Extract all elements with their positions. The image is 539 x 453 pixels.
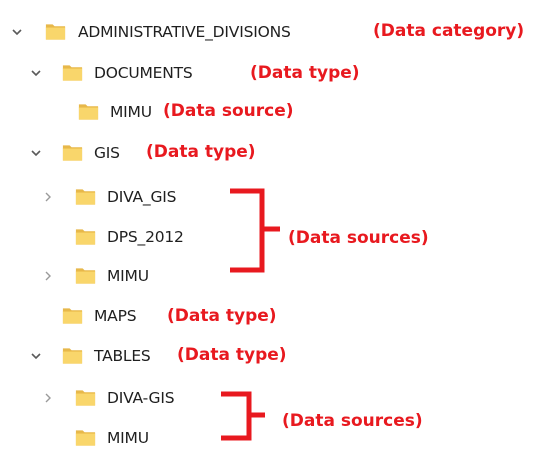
bracket-gis-sources — [230, 188, 280, 273]
chevron-down-icon[interactable] — [25, 138, 47, 168]
annotation-data-category: (Data category) — [373, 21, 525, 41]
tree-item-gis-diva-gis[interactable]: DIVA_GIS — [0, 182, 200, 212]
tree-item-label: GIS — [94, 144, 120, 162]
folder-icon — [61, 140, 84, 165]
tree-item-gis-mimu[interactable]: MIMU — [0, 261, 200, 291]
folder-icon — [74, 184, 97, 209]
chevron-right-icon[interactable] — [37, 182, 59, 212]
tree-item-gis-dps-2012[interactable]: DPS_2012 — [0, 222, 200, 252]
bracket-tables-sources — [221, 391, 265, 441]
annotation-data-sources-gis: (Data sources) — [288, 228, 429, 248]
chevron-down-icon[interactable] — [25, 341, 47, 371]
folder-icon — [44, 19, 67, 44]
tree-item-label: MIMU — [107, 267, 149, 285]
tree-item-documents[interactable]: DOCUMENTS — [0, 58, 240, 88]
tree-item-label: DIVA_GIS — [107, 188, 177, 206]
tree-item-label: MIMU — [110, 103, 152, 121]
tree-item-tables-mimu[interactable]: MIMU — [0, 423, 200, 453]
folder-icon — [74, 425, 97, 450]
chevron-right-icon[interactable] — [37, 261, 59, 291]
tree-item-maps[interactable]: MAPS — [0, 301, 160, 331]
annotation-data-type: (Data type) — [146, 142, 256, 162]
annotation-data-type: (Data type) — [250, 63, 360, 83]
tree-item-tables-diva-gis[interactable]: DIVA-GIS — [0, 383, 200, 413]
folder-icon — [61, 343, 84, 368]
folder-icon — [74, 385, 97, 410]
tree-item-documents-mimu[interactable]: MIMU — [0, 97, 152, 127]
annotation-data-source: (Data source) — [163, 101, 294, 121]
tree-item-label: TABLES — [94, 347, 151, 365]
tree-item-label: MAPS — [94, 307, 137, 325]
chevron-right-icon[interactable] — [37, 383, 59, 413]
folder-icon — [61, 303, 84, 328]
folder-icon — [74, 263, 97, 288]
annotation-data-type: (Data type) — [167, 306, 277, 326]
tree-item-gis[interactable]: GIS — [0, 138, 140, 168]
annotation-data-type: (Data type) — [177, 345, 287, 365]
chevron-down-icon[interactable] — [25, 58, 47, 88]
tree-item-label: DPS_2012 — [107, 228, 184, 246]
tree-item-label: DIVA-GIS — [107, 389, 175, 407]
tree-item-label: DOCUMENTS — [94, 64, 193, 82]
folder-icon — [61, 60, 84, 85]
annotation-data-sources-tables: (Data sources) — [282, 411, 423, 431]
tree-item-label: MIMU — [107, 429, 149, 447]
chevron-down-icon[interactable] — [6, 17, 28, 47]
folder-icon — [77, 99, 100, 124]
tree-item-label: ADMINISTRATIVE_DIVISIONS — [78, 23, 291, 41]
tree-item-tables[interactable]: TABLES — [0, 341, 175, 371]
folder-icon — [74, 224, 97, 249]
